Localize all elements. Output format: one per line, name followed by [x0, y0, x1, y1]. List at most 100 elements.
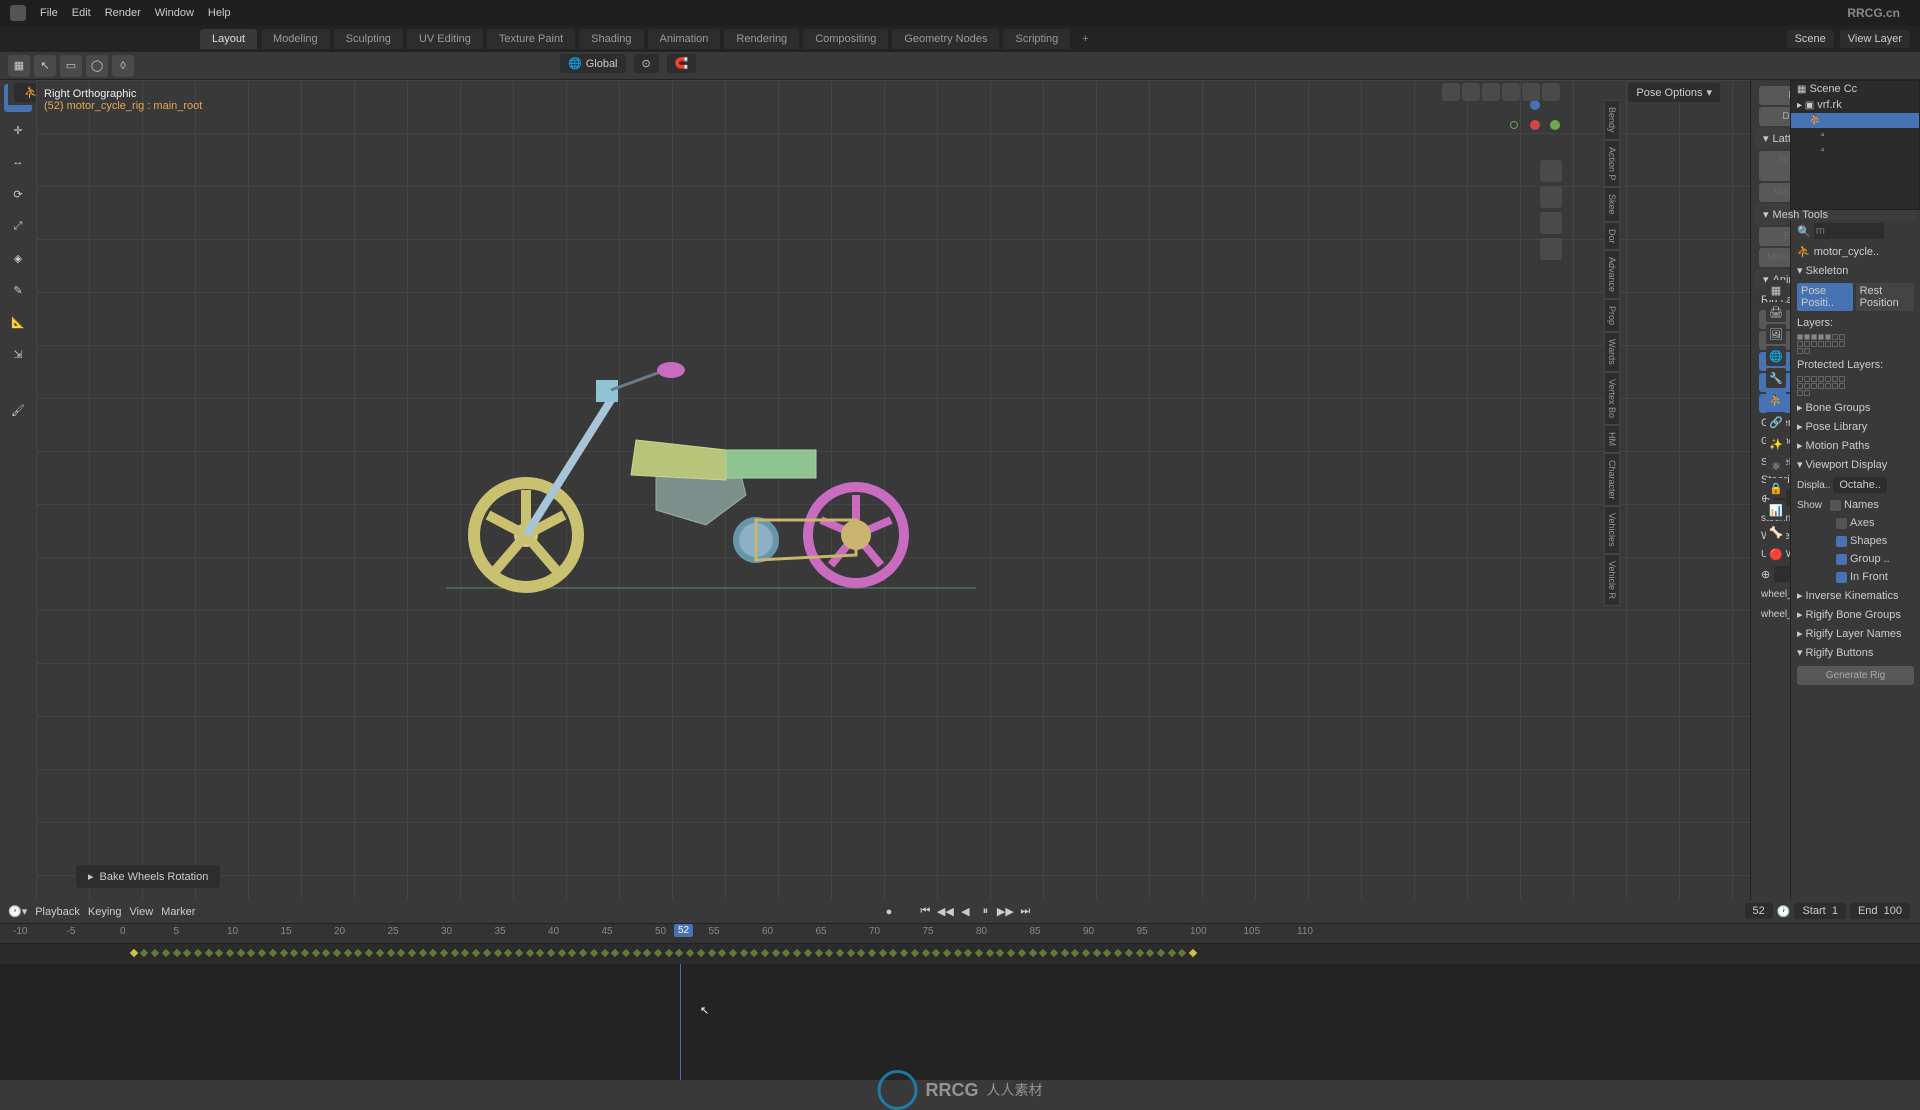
skeleton-header[interactable]: ▾ Skeleton: [1791, 261, 1920, 280]
camera-icon[interactable]: [1540, 212, 1562, 234]
keyframe[interactable]: [226, 949, 234, 957]
keyframe[interactable]: [911, 949, 919, 957]
keyframe-prev-icon[interactable]: ◀◀: [936, 904, 954, 920]
keyframe[interactable]: [622, 949, 630, 957]
timeline-ruler[interactable]: 52 -10-505101520253035404550556065707580…: [0, 924, 1920, 944]
keyframe[interactable]: [707, 949, 715, 957]
rendered-icon[interactable]: [1542, 83, 1560, 101]
keyframe[interactable]: [857, 949, 865, 957]
select-box-icon[interactable]: ▭: [60, 55, 82, 77]
solid-icon[interactable]: [1502, 83, 1520, 101]
annotate-tool-icon[interactable]: ✎: [4, 276, 32, 304]
pause-icon[interactable]: ⏸: [976, 904, 994, 920]
keyframe[interactable]: [836, 949, 844, 957]
keyframe[interactable]: [322, 949, 330, 957]
bone-groups-header[interactable]: ▸ Bone Groups: [1791, 398, 1920, 417]
keyframe[interactable]: [1135, 949, 1143, 957]
rest-position-button[interactable]: Rest Position: [1856, 283, 1914, 311]
nav-gizmo[interactable]: [1510, 100, 1560, 150]
timeline-body[interactable]: ↖: [0, 964, 1920, 1080]
orientation-selector[interactable]: 🌐Global: [560, 54, 626, 73]
timeline-view-menu[interactable]: View: [130, 906, 154, 918]
keyframe-next-icon[interactable]: ▶▶: [996, 904, 1014, 920]
vtab-bendy[interactable]: Bendy: [1604, 100, 1620, 140]
keyframe[interactable]: [996, 949, 1004, 957]
generate-rig-button[interactable]: Generate Rig: [1797, 666, 1914, 685]
keyframe[interactable]: [611, 949, 619, 957]
rigify-bone-groups-header[interactable]: ▸ Rigify Bone Groups: [1791, 605, 1920, 624]
keyframe[interactable]: [269, 949, 277, 957]
group-checkbox[interactable]: [1836, 554, 1847, 565]
pose-position-button[interactable]: Pose Positi..: [1797, 283, 1853, 311]
keyframe[interactable]: [504, 949, 512, 957]
output-props-icon[interactable]: 🖨: [1766, 302, 1786, 322]
keyframe[interactable]: [654, 949, 662, 957]
preview-range-icon[interactable]: 🕐: [1777, 905, 1791, 918]
timeline-marker-menu[interactable]: Marker: [161, 906, 195, 918]
editor-type-icon[interactable]: ▦: [8, 55, 30, 77]
keyframe[interactable]: [868, 949, 876, 957]
names-checkbox[interactable]: [1830, 500, 1841, 511]
vtab-wards[interactable]: Wards: [1604, 332, 1620, 372]
keyframe[interactable]: [536, 949, 544, 957]
vtab-vehicles[interactable]: Vehicles: [1604, 506, 1620, 554]
keyframe[interactable]: [1092, 949, 1100, 957]
keyframe[interactable]: [1071, 949, 1079, 957]
cursor-tool-icon[interactable]: ✛: [4, 116, 32, 144]
keyframe[interactable]: [301, 949, 309, 957]
keyframe[interactable]: [547, 949, 555, 957]
keyframe[interactable]: [1114, 949, 1122, 957]
keyframe[interactable]: [846, 949, 854, 957]
outliner-item[interactable]: ▫: [1791, 143, 1919, 158]
keyframe[interactable]: [1157, 949, 1165, 957]
keyframe[interactable]: [236, 949, 244, 957]
tab-texture-paint[interactable]: Texture Paint: [487, 29, 575, 49]
keyframe[interactable]: [750, 949, 758, 957]
keyframe[interactable]: [1050, 949, 1058, 957]
tab-scripting[interactable]: Scripting: [1003, 29, 1070, 49]
perspective-icon[interactable]: [1540, 238, 1562, 260]
vtab-action[interactable]: Action P: [1604, 140, 1620, 188]
vtab-skee[interactable]: Skee: [1604, 187, 1620, 222]
keyframe[interactable]: [900, 949, 908, 957]
tab-rendering[interactable]: Rendering: [724, 29, 799, 49]
keyframe[interactable]: [814, 949, 822, 957]
keyframe[interactable]: [279, 949, 287, 957]
keyframe[interactable]: [172, 949, 180, 957]
vtab-vehicle-r[interactable]: Vehicle R: [1604, 554, 1620, 606]
keyframe[interactable]: [140, 949, 148, 957]
matprev-icon[interactable]: [1522, 83, 1540, 101]
keyframe[interactable]: [1178, 949, 1186, 957]
viewlayer-props-icon[interactable]: 🖼: [1766, 324, 1786, 344]
keyframe[interactable]: [804, 949, 812, 957]
keyframe[interactable]: [194, 949, 202, 957]
keyframe[interactable]: [333, 949, 341, 957]
keyframe[interactable]: [311, 949, 319, 957]
keyframe[interactable]: [1018, 949, 1026, 957]
tab-animation[interactable]: Animation: [648, 29, 721, 49]
vtab-advance[interactable]: Advance: [1604, 250, 1620, 299]
gizmo-y-icon[interactable]: [1550, 120, 1560, 130]
extrude-tool-icon[interactable]: ⇲: [4, 340, 32, 368]
end-frame-input[interactable]: End 100: [1850, 903, 1910, 919]
menu-file[interactable]: File: [40, 7, 58, 19]
jump-end-icon[interactable]: ⏭: [1016, 904, 1034, 920]
keyframe[interactable]: [878, 949, 886, 957]
keyframe[interactable]: [675, 949, 683, 957]
keyframe[interactable]: [1125, 949, 1133, 957]
infront-checkbox[interactable]: [1836, 572, 1847, 583]
keyframe[interactable]: [162, 949, 170, 957]
keyframe[interactable]: [397, 949, 405, 957]
keyframe[interactable]: [1060, 949, 1068, 957]
select-lasso-icon[interactable]: ◊: [112, 55, 134, 77]
search-input[interactable]: [1814, 223, 1884, 239]
brush-tool-icon[interactable]: 🖌: [4, 396, 32, 424]
pivot-selector[interactable]: ⊙: [634, 54, 659, 73]
wireframe-icon[interactable]: [1482, 83, 1500, 101]
vtab-vertex[interactable]: Vertex Bo: [1604, 372, 1620, 425]
scene-selector[interactable]: Scene: [1787, 30, 1834, 48]
vtab-character[interactable]: Character: [1604, 453, 1620, 507]
keyframe[interactable]: [1146, 949, 1154, 957]
playhead-label[interactable]: 52: [674, 924, 693, 937]
keyframe[interactable]: [943, 949, 951, 957]
